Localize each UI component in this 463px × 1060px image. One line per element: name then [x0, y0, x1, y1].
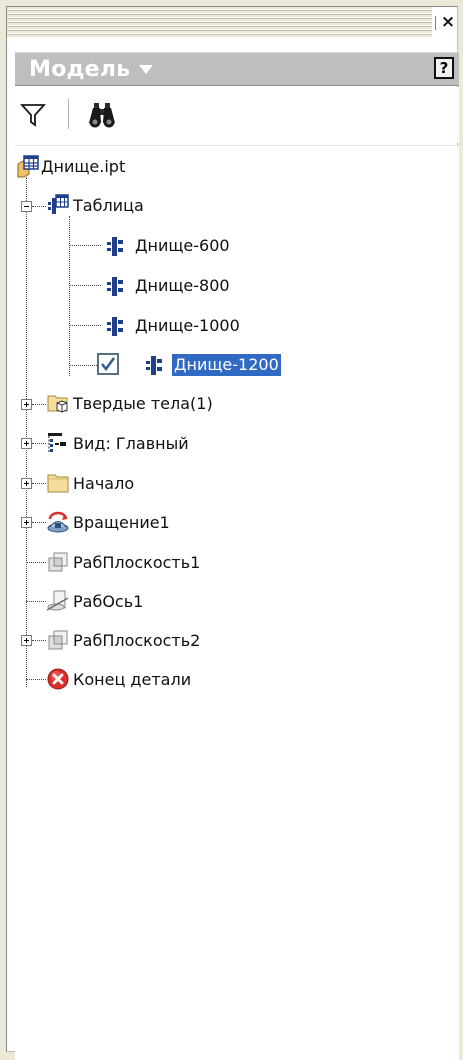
toolbar-separator — [68, 99, 69, 129]
member-icon — [146, 356, 162, 375]
end-of-part-icon — [47, 668, 69, 690]
active-member-checkbox[interactable] — [97, 353, 119, 375]
close-button[interactable]: × — [439, 13, 457, 31]
tree-node-label: Вид: Главный — [73, 434, 189, 453]
help-button[interactable]: ? — [434, 57, 454, 79]
model-browser-panel: × Модель ? Днище.ipt Таблица Днище-600 Д… — [6, 6, 459, 1060]
tree-node-label: Днище-600 — [135, 236, 230, 255]
tree-connector — [69, 285, 101, 286]
tree-node-label: Твердые тела(1) — [73, 394, 213, 413]
chevron-down-icon — [138, 64, 153, 74]
binoculars-icon[interactable] — [87, 101, 117, 129]
tree-node-label: РабПлоскость2 — [73, 631, 201, 650]
browser-toolbar — [15, 87, 459, 143]
tree-connector — [32, 640, 46, 641]
tree-node-label: Днище.ipt — [41, 157, 126, 176]
tree-node-label: Вращение1 — [73, 513, 170, 532]
browser-title-bar: Модель ? — [15, 52, 459, 86]
tree-scroll-area[interactable] — [445, 146, 459, 1060]
filter-icon[interactable] — [20, 102, 46, 128]
grip-separator — [435, 16, 436, 30]
model-tree: Днище.ipt Таблица Днище-600 Днище-800 Дн… — [15, 145, 459, 1060]
view-rep-icon — [48, 433, 66, 452]
part-table-icon — [17, 155, 39, 178]
tree-node-label: Конец детали — [73, 670, 192, 689]
revolve-icon — [47, 511, 69, 533]
expand-toggle[interactable] — [21, 399, 32, 410]
expand-toggle[interactable] — [21, 517, 32, 528]
member-icon — [107, 237, 123, 256]
tree-node-label: Днище-800 — [135, 276, 230, 295]
tree-node-label: Таблица — [73, 196, 144, 215]
tree-connector — [32, 443, 46, 444]
folder-icon — [47, 474, 69, 493]
tree-connector — [26, 562, 46, 563]
tree-connector — [69, 325, 101, 326]
member-icon — [107, 277, 123, 296]
tree-connector — [69, 365, 97, 366]
tree-connector — [32, 483, 46, 484]
tree-connector — [26, 679, 46, 680]
table-icon — [48, 194, 69, 214]
tree-connector — [32, 206, 46, 207]
tree-connector — [69, 216, 70, 376]
tree-node-label: Днище-1000 — [135, 316, 240, 335]
tree-connector — [26, 601, 46, 602]
panel-grip[interactable] — [7, 7, 432, 37]
workplane-icon — [48, 552, 68, 572]
workaxis-icon — [46, 590, 69, 611]
expand-toggle[interactable] — [21, 635, 32, 646]
tree-node-label: Начало — [73, 474, 135, 493]
collapse-toggle[interactable] — [21, 201, 32, 212]
expand-toggle[interactable] — [21, 438, 32, 449]
solid-bodies-icon — [47, 395, 68, 413]
tree-connector — [32, 404, 46, 405]
tree-connector — [26, 177, 27, 687]
checkmark-icon — [101, 357, 116, 372]
tree-connector — [69, 245, 101, 246]
browser-mode-dropdown[interactable]: Модель — [29, 54, 153, 84]
expand-toggle[interactable] — [21, 478, 32, 489]
tree-node-label: РабОсь1 — [73, 592, 144, 611]
workplane-icon — [48, 630, 68, 650]
browser-title: Модель — [29, 56, 131, 82]
tree-connector — [32, 522, 46, 523]
tree-node-label: РабПлоскость1 — [73, 553, 201, 572]
member-icon — [107, 317, 123, 336]
tree-node-label-selected: Днище-1200 — [172, 354, 281, 376]
